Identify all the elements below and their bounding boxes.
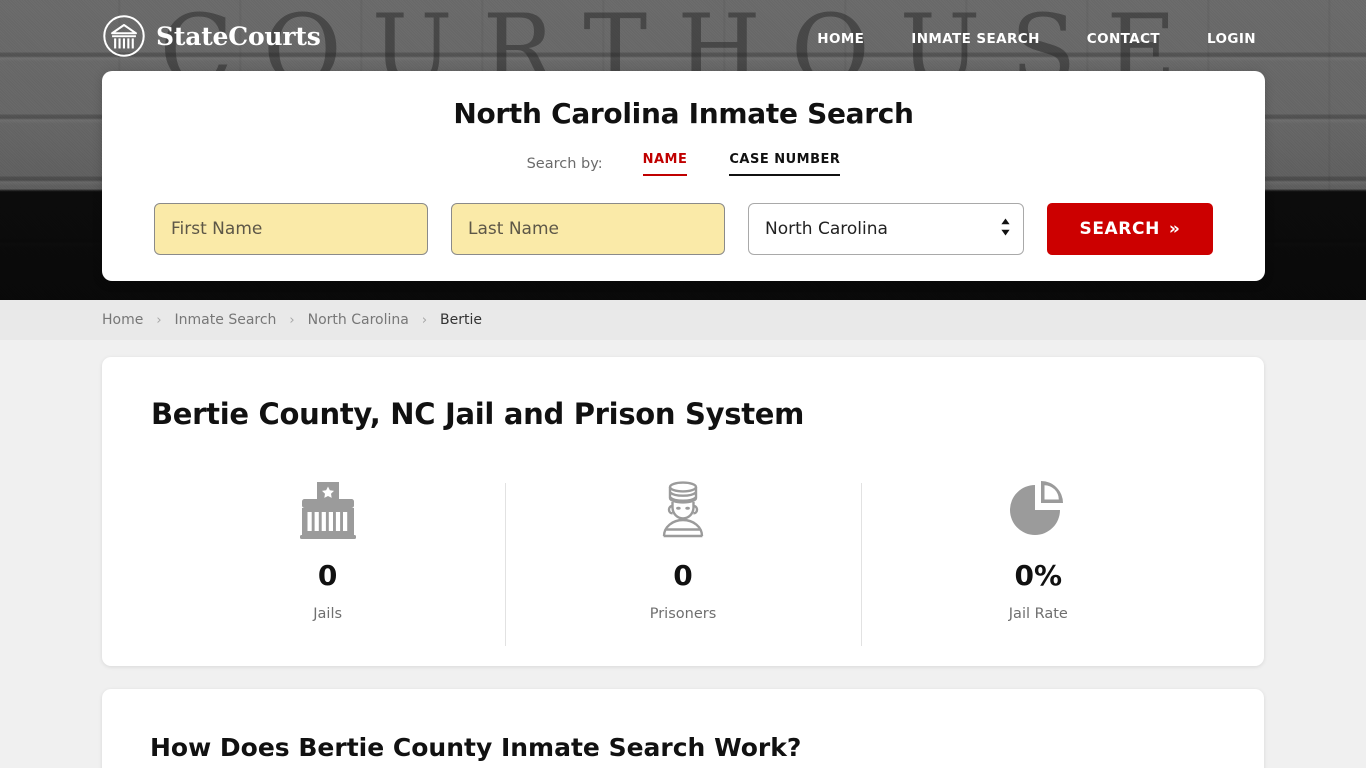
- breadcrumb-bar: Home › Inmate Search › North Carolina › …: [0, 300, 1366, 340]
- search-card-title: North Carolina Inmate Search: [453, 97, 914, 130]
- nav-item-contact[interactable]: CONTACT: [1087, 27, 1160, 51]
- chevron-right-icon: ›: [421, 312, 428, 328]
- breadcrumb-item-home[interactable]: Home: [102, 312, 143, 328]
- stat-label-prisoners: Prisoners: [649, 606, 717, 622]
- breadcrumb-item-inmate-search[interactable]: Inmate Search: [175, 312, 277, 328]
- search-submit-button[interactable]: SEARCH »: [1047, 203, 1213, 255]
- breadcrumb: Home › Inmate Search › North Carolina › …: [102, 312, 482, 328]
- stat-jails: 0 Jails: [150, 473, 505, 622]
- state-select[interactable]: North Carolina: [748, 203, 1024, 255]
- hero-header: COURTHOUSE StateCourts HOME INMATE SEARC…: [0, 0, 1366, 300]
- tab-search-by-name[interactable]: NAME: [642, 152, 688, 176]
- page-title: Bertie County, NC Jail and Prison System: [151, 397, 805, 431]
- last-name-input[interactable]: [451, 203, 725, 255]
- stat-value-jail-rate: 0%: [1014, 559, 1063, 592]
- nav-item-login[interactable]: LOGIN: [1207, 27, 1256, 51]
- faq-panel: How Does Bertie County Inmate Search Wor…: [102, 689, 1264, 768]
- brand-logo-link[interactable]: StateCourts: [102, 14, 321, 58]
- stat-prisoners: 0 Prisoners: [505, 473, 860, 646]
- chevron-right-icon: ›: [289, 312, 295, 328]
- state-select-wrapper: North Carolina: [748, 203, 1024, 255]
- search-by-row: Search by: NAME CASE NUMBER: [102, 152, 1265, 176]
- county-stats-panel: Bertie County, NC Jail and Prison System: [102, 357, 1264, 666]
- stat-value-prisoners: 0: [673, 559, 693, 592]
- chevron-right-icon: ›: [156, 312, 162, 328]
- search-button-label: SEARCH: [1079, 219, 1160, 239]
- jail-building-icon: [160, 473, 495, 545]
- stat-jail-rate: 0% Jail Rate: [860, 473, 1216, 646]
- pie-chart-icon: [871, 473, 1206, 545]
- main-navigation: HOME INMATE SEARCH CONTACT LOGIN: [817, 27, 1256, 51]
- double-chevron-right-icon: »: [1168, 218, 1181, 239]
- stats-row: 0 Jails 0 Prisoners 0% Jail Rate: [150, 473, 1216, 646]
- nav-item-inmate-search[interactable]: INMATE SEARCH: [911, 27, 1039, 51]
- stat-label-jails: Jails: [313, 606, 343, 622]
- search-form-row: North Carolina SEARCH »: [102, 203, 1265, 255]
- inmate-search-card: North Carolina Inmate Search Search by: …: [102, 71, 1265, 281]
- prisoner-icon: [515, 473, 850, 545]
- stat-value-jails: 0: [317, 559, 338, 592]
- tab-search-by-case-number[interactable]: CASE NUMBER: [729, 152, 841, 176]
- nav-item-home[interactable]: HOME: [817, 27, 864, 51]
- breadcrumb-item-north-carolina[interactable]: North Carolina: [308, 312, 409, 328]
- faq-title: How Does Bertie County Inmate Search Wor…: [150, 733, 802, 762]
- first-name-input[interactable]: [154, 203, 428, 255]
- main-content: Bertie County, NC Jail and Prison System: [0, 357, 1366, 768]
- brand-name: StateCourts: [156, 21, 321, 51]
- courthouse-circle-logo-icon: [102, 14, 146, 58]
- search-by-label: Search by:: [526, 156, 603, 172]
- breadcrumb-item-bertie: Bertie: [440, 312, 483, 328]
- stat-label-jail-rate: Jail Rate: [1008, 606, 1068, 622]
